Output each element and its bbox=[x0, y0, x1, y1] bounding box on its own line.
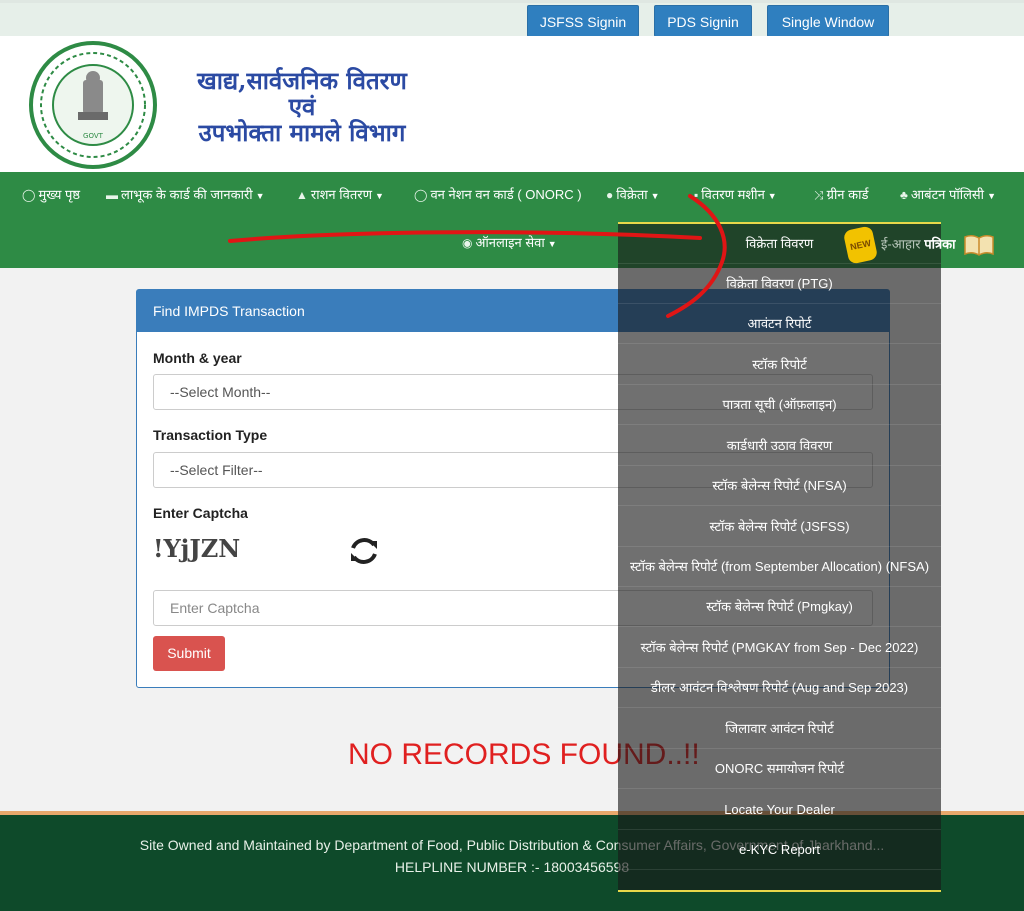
user-icon: ● bbox=[606, 188, 614, 202]
caret-down-icon: ▼ bbox=[255, 191, 265, 201]
nav-ration-label: राशन वितरण bbox=[310, 187, 372, 202]
book-icon bbox=[964, 234, 994, 256]
pds-signin-button[interactable]: PDS Signin bbox=[654, 5, 752, 37]
menu-item-locate-dealer[interactable]: Locate Your Dealer bbox=[618, 790, 941, 830]
nav-dealer[interactable]: ● विक्रेता ▼ bbox=[606, 186, 660, 205]
department-title: खाद्य,सार्वजनिक वितरण एवं उपभोक्ता मामले… bbox=[162, 68, 442, 146]
circle-icon: ◯ bbox=[414, 188, 428, 202]
menu-item-stock-balance-pmgkay[interactable]: स्टॉक बेलेन्स रिपोर्ट (Pmgkay) bbox=[618, 587, 941, 627]
circle-icon: ◯ bbox=[22, 188, 36, 202]
month-year-label: Month & year bbox=[153, 350, 242, 366]
menu-item-dealer-allocation-analysis[interactable]: डीलर आवंटन विश्लेषण रिपोर्ट (Aug and Sep… bbox=[618, 668, 941, 708]
menu-item-stock-report[interactable]: स्टॉक रिपोर्ट bbox=[618, 345, 941, 385]
nav-home[interactable]: ◯ मुख्य पृष्ठ bbox=[22, 186, 80, 204]
department-title-line3: उपभोक्ता मामले विभाग bbox=[198, 118, 406, 147]
new-badge: NEW bbox=[842, 225, 879, 265]
eahar-suffix: पत्रिका bbox=[924, 236, 956, 252]
eahar-prefix: ई-आहार bbox=[881, 236, 921, 252]
ration-icon: ▲ bbox=[296, 188, 308, 202]
transaction-type-label: Transaction Type bbox=[153, 427, 268, 443]
department-title-line1: खाद्य,सार्वजनिक वितरण bbox=[197, 66, 407, 95]
menu-item-dealer-details-ptg[interactable]: विक्रेता विवरण (PTG) bbox=[618, 264, 941, 304]
caret-down-icon: ▼ bbox=[547, 239, 557, 249]
nav-dealer-label: विक्रेता bbox=[616, 187, 648, 202]
caret-down-icon: ▼ bbox=[987, 191, 996, 201]
menu-item-district-allocation[interactable]: जिलावार आवंटन रिपोर्ट bbox=[618, 709, 941, 749]
menu-item-stock-balance-pmgkay-2022[interactable]: स्टॉक बेलेन्स रिपोर्ट (PMGKAY from Sep -… bbox=[618, 628, 941, 668]
nav-home-label: मुख्य पृष्ठ bbox=[38, 187, 81, 202]
dealer-dropdown-menu: विक्रेता विवरण विक्रेता विवरण (PTG) आवंट… bbox=[618, 222, 941, 892]
nav-online-service[interactable]: ◉ ऑनलाइन सेवा ▼ bbox=[462, 234, 557, 253]
menu-item-cardholder-lifting[interactable]: कार्डधारी उठाव विवरण bbox=[618, 426, 941, 466]
submit-button[interactable]: Submit bbox=[153, 636, 225, 671]
nav-online-label: ऑनलाइन सेवा bbox=[475, 235, 545, 250]
menu-item-ekyc-report[interactable]: e-KYC Report bbox=[618, 830, 941, 870]
caret-down-icon: ▼ bbox=[650, 191, 660, 201]
department-title-line2: एवं bbox=[288, 92, 316, 121]
nav-distribution-machine[interactable]: ▪ वितरण मशीन ▼ bbox=[694, 186, 777, 205]
eahar-patrika-link[interactable]: NEW ई-आहार पत्रिका bbox=[842, 225, 995, 265]
menu-item-stock-balance-jsfss[interactable]: स्टॉक बेलेन्स रिपोर्ट (JSFSS) bbox=[618, 507, 941, 547]
nav-beneficiary-card[interactable]: ▬ लाभूक के कार्ड की जानकारी ▼ bbox=[106, 186, 265, 205]
menu-item-eligibility-list[interactable]: पात्रता सूची (ऑफ़लाइन) bbox=[618, 385, 941, 425]
refresh-captcha-icon[interactable] bbox=[347, 534, 381, 568]
caret-down-icon: ▼ bbox=[374, 191, 384, 201]
svg-text:GOVT: GOVT bbox=[83, 132, 104, 140]
shuffle-icon: ⤨ bbox=[814, 188, 824, 202]
leaf-icon: ♣ bbox=[900, 188, 908, 202]
nav-machine-label: वितरण मशीन bbox=[701, 187, 765, 202]
nav-onorc[interactable]: ◯ वन नेशन वन कार्ड ( ONORC ) bbox=[414, 186, 582, 204]
menu-item-allocation-report[interactable]: आवंटन रिपोर्ट bbox=[618, 304, 941, 344]
site-header: GOVT खाद्य,सार्वजनिक वितरण एवं उपभोक्ता … bbox=[0, 36, 1024, 172]
nav-onorc-label: वन नेशन वन कार्ड ( ONORC ) bbox=[430, 187, 582, 202]
captcha-label: Enter Captcha bbox=[153, 505, 248, 521]
nav-policy-label: आबंटन पॉलिसी bbox=[910, 187, 985, 202]
single-window-button[interactable]: Single Window bbox=[767, 5, 889, 37]
card-icon: ▬ bbox=[106, 188, 118, 202]
captcha-image: !YjJZN bbox=[153, 534, 241, 563]
menu-item-stock-balance-sep-nfsa[interactable]: स्टॉक बेलेन्स रिपोर्ट (from September Al… bbox=[618, 547, 941, 587]
menu-item-onorc-adjustment[interactable]: ONORC समायोजन रिपोर्ट bbox=[618, 749, 941, 789]
nav-green-card[interactable]: ⤨ ग्रीन कार्ड bbox=[814, 186, 868, 204]
jharkhand-emblem-logo[interactable]: GOVT bbox=[28, 40, 158, 170]
nav-allocation-policy[interactable]: ♣ आबंटन पॉलिसी ▼ bbox=[900, 186, 996, 205]
top-bar: JSFSS Signin PDS Signin Single Window bbox=[0, 0, 1024, 37]
machine-icon: ▪ bbox=[694, 188, 699, 202]
nav-ration-distribution[interactable]: ▲ राशन वितरण ▼ bbox=[296, 186, 384, 205]
jsfss-signin-button[interactable]: JSFSS Signin bbox=[527, 5, 639, 37]
nav-green-card-label: ग्रीन कार्ड bbox=[826, 187, 869, 202]
menu-item-stock-balance-nfsa[interactable]: स्टॉक बेलेन्स रिपोर्ट (NFSA) bbox=[618, 466, 941, 506]
nav-beneficiary-label: लाभूक के कार्ड की जानकारी bbox=[121, 187, 253, 202]
caret-down-icon: ▼ bbox=[767, 191, 777, 201]
globe-icon: ◉ bbox=[462, 236, 473, 250]
